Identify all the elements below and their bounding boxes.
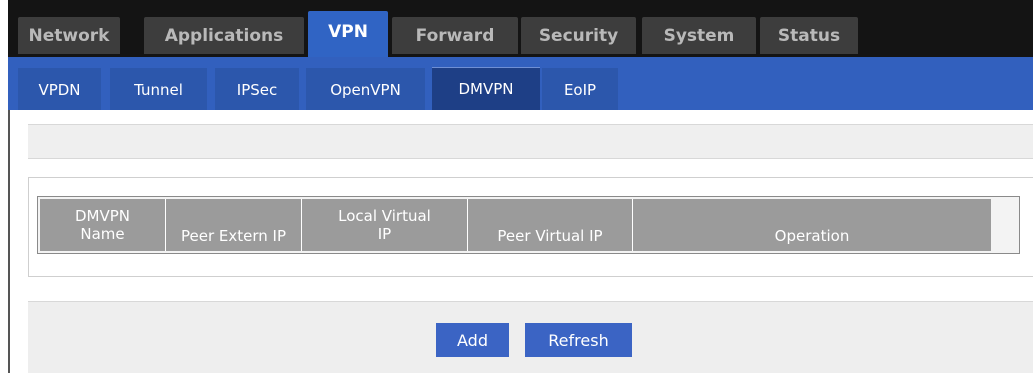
subtab-vpdn[interactable]: VPDN bbox=[18, 68, 101, 110]
main-nav-bar: Network Applications VPN Forward Securit… bbox=[8, 0, 1033, 57]
content-panel: DMVPN Name Peer Extern IP Local Virtual … bbox=[8, 110, 1033, 373]
dmvpn-table: DMVPN Name Peer Extern IP Local Virtual … bbox=[37, 196, 1020, 254]
tab-applications[interactable]: Applications bbox=[144, 17, 304, 54]
tab-vpn[interactable]: VPN bbox=[308, 11, 388, 57]
tab-forward[interactable]: Forward bbox=[392, 17, 518, 54]
subtab-ipsec[interactable]: IPSec bbox=[215, 68, 299, 110]
column-header-line: DMVPN bbox=[74, 207, 131, 225]
description-bar bbox=[28, 124, 1033, 159]
column-header-peer-extern-ip: Peer Extern IP bbox=[166, 199, 302, 251]
column-header-line: IP bbox=[377, 225, 392, 243]
tab-security[interactable]: Security bbox=[521, 17, 636, 54]
column-header-local-virtual-ip: Local Virtual IP bbox=[302, 199, 468, 251]
sub-nav-bar: VPDN Tunnel IPSec OpenVPN DMVPN EoIP bbox=[8, 57, 1033, 110]
subtab-dmvpn[interactable]: DMVPN bbox=[432, 67, 540, 110]
tab-system[interactable]: System bbox=[642, 17, 756, 54]
column-header-line: Operation bbox=[774, 227, 850, 245]
column-header-peer-virtual-ip: Peer Virtual IP bbox=[468, 199, 633, 251]
column-header-line: Peer Extern IP bbox=[180, 227, 286, 245]
tab-status[interactable]: Status bbox=[760, 17, 858, 54]
add-button[interactable]: Add bbox=[436, 323, 509, 357]
action-bar: Add Refresh bbox=[28, 301, 1033, 373]
subtab-tunnel[interactable]: Tunnel bbox=[110, 68, 207, 110]
subtab-openvpn[interactable]: OpenVPN bbox=[306, 68, 425, 110]
column-header-line: Peer Virtual IP bbox=[497, 227, 603, 245]
column-header-operation: Operation bbox=[633, 199, 991, 251]
column-header-line: Name bbox=[80, 225, 125, 243]
subtab-eoip[interactable]: EoIP bbox=[542, 68, 618, 110]
column-header-dmvpn-name: DMVPN Name bbox=[40, 199, 166, 251]
refresh-button[interactable]: Refresh bbox=[525, 323, 632, 357]
column-header-line: Local Virtual bbox=[338, 207, 431, 225]
dmvpn-table-panel: DMVPN Name Peer Extern IP Local Virtual … bbox=[28, 177, 1033, 277]
router-config-page: Network Applications VPN Forward Securit… bbox=[0, 0, 1033, 373]
tab-network[interactable]: Network bbox=[18, 17, 120, 54]
